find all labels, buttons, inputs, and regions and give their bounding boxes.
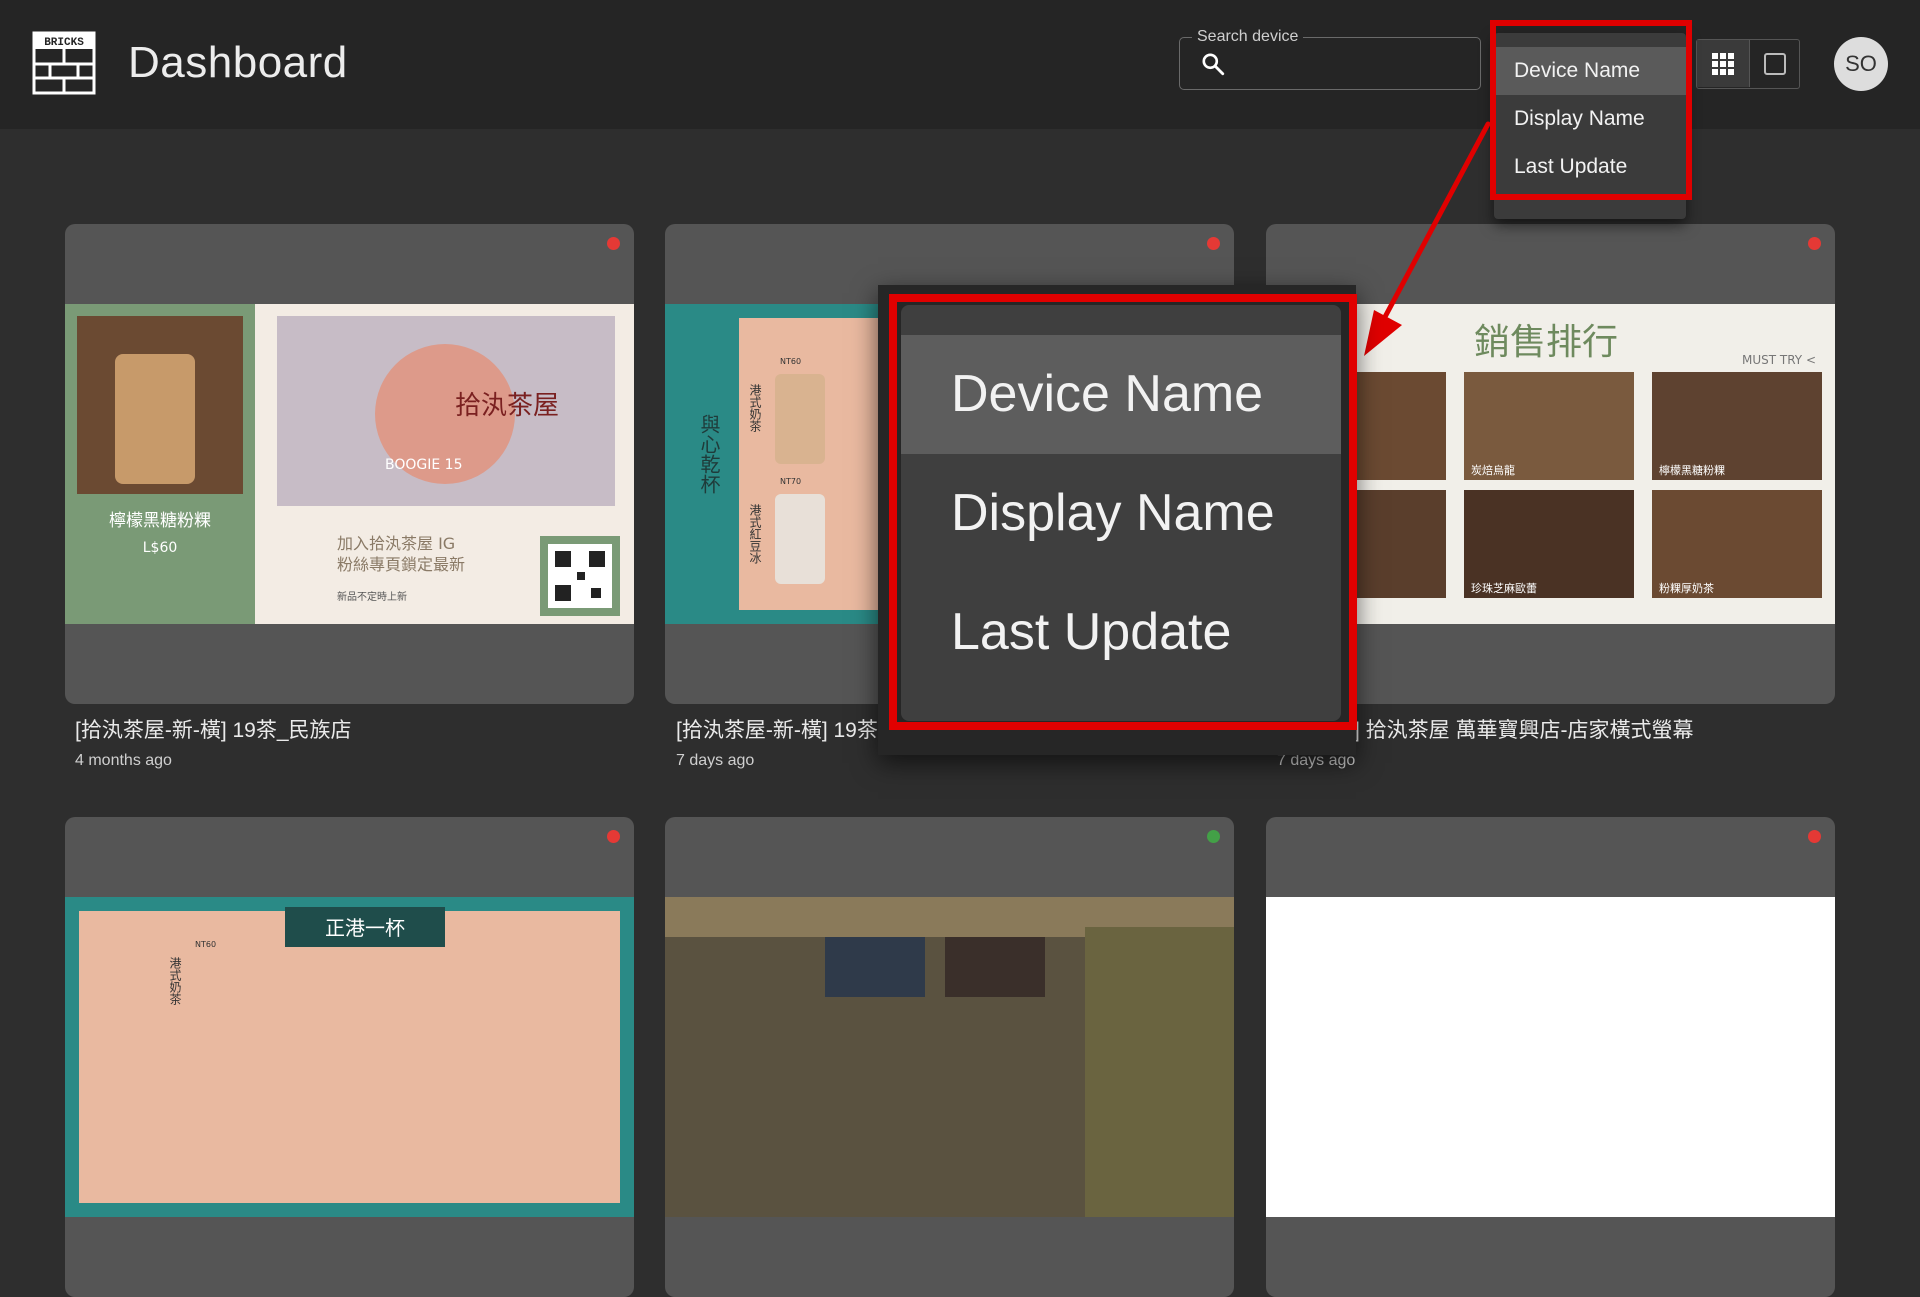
thumb-banner: 正港一杯 <box>325 916 405 940</box>
highlight-box-zoomed <box>889 294 1357 730</box>
thumb-note: 新品不定時上新 <box>337 590 407 603</box>
thumb-product: 檸檬黑糖粉粿 <box>109 511 211 531</box>
status-dot-offline <box>607 237 620 250</box>
search-input[interactable] <box>1240 46 1474 82</box>
thumb-jersey: BOOGIE 15 <box>385 457 463 473</box>
thumb-ig: 加入拾汍茶屋 IG <box>337 534 455 553</box>
thumb-price1: NT60 <box>780 357 801 366</box>
grid-view-button[interactable] <box>1697 40 1749 87</box>
device-card[interactable] <box>1266 817 1835 1297</box>
thumb-brand: 拾汍茶屋 <box>455 391 559 421</box>
thumb-drink2: 港式紅豆冰 <box>748 504 762 564</box>
thumb-ig2: 粉絲專頁鎖定最新 <box>337 555 465 574</box>
grid-icon <box>1712 52 1734 75</box>
thumb-item-4: 粉粿厚奶茶 <box>1659 581 1714 595</box>
device-card[interactable]: 正港一杯 港式奶茶 NT60 <box>65 817 634 1297</box>
page-title: Dashboard <box>128 38 348 87</box>
bricks-logo[interactable]: BRICKS <box>32 31 96 95</box>
thumb-price1: NT60 <box>195 940 216 949</box>
thumb-price: L$60 <box>143 540 178 556</box>
thumb-drink1: 港式奶茶 <box>168 957 182 1005</box>
device-name[interactable]: [拾汍茶屋-新-橫] 19茶 <box>676 718 878 744</box>
device-card[interactable] <box>665 817 1234 1297</box>
search-icon <box>1202 53 1225 76</box>
highlight-box <box>1490 20 1692 200</box>
thumb-price2: NT70 <box>780 477 801 486</box>
thumb-item-3: 珍珠芝麻歐蕾 <box>1471 581 1537 595</box>
logo-text: BRICKS <box>44 37 84 49</box>
status-dot-offline <box>1808 830 1821 843</box>
status-dot-offline <box>607 830 620 843</box>
last-update: 7 days ago <box>676 752 755 769</box>
status-dot-offline <box>1808 237 1821 250</box>
status-dot-offline <box>1207 237 1220 250</box>
device-card[interactable]: 拾汍茶屋 BOOGIE 15 檸檬黑糖粉粿 L$60 加入拾汍茶屋 IG 粉絲專… <box>65 224 634 704</box>
callout-arrow <box>1364 121 1491 356</box>
device-screenshot <box>665 897 1234 1217</box>
thumb-item-1: 炭焙烏龍 <box>1471 463 1515 477</box>
user-avatar[interactable]: SO <box>1834 37 1888 91</box>
thumb-item-2: 檸檬黑糖粉粿 <box>1659 463 1725 477</box>
view-toggle <box>1696 39 1800 89</box>
last-update: 4 months ago <box>75 752 172 769</box>
search-field[interactable]: Search device <box>1179 28 1481 90</box>
thumb-drink1: 港式奶茶 <box>748 384 762 432</box>
square-icon <box>1763 52 1786 75</box>
device-screenshot: 正港一杯 港式奶茶 NT60 <box>65 897 634 1217</box>
device-screenshot: 拾汍茶屋 BOOGIE 15 檸檬黑糖粉粿 L$60 加入拾汍茶屋 IG 粉絲專… <box>65 304 634 624</box>
thumb-tag: MUST TRY < <box>1742 353 1816 367</box>
search-label: Search device <box>1192 28 1304 46</box>
single-view-button[interactable] <box>1749 40 1799 87</box>
device-screenshot <box>1266 897 1835 1217</box>
status-dot-online <box>1207 830 1220 843</box>
thumb-side: 與心乾杯 <box>697 414 721 494</box>
device-name[interactable]: [拾汍茶屋-新-橫] 19茶_民族店 <box>75 718 352 744</box>
